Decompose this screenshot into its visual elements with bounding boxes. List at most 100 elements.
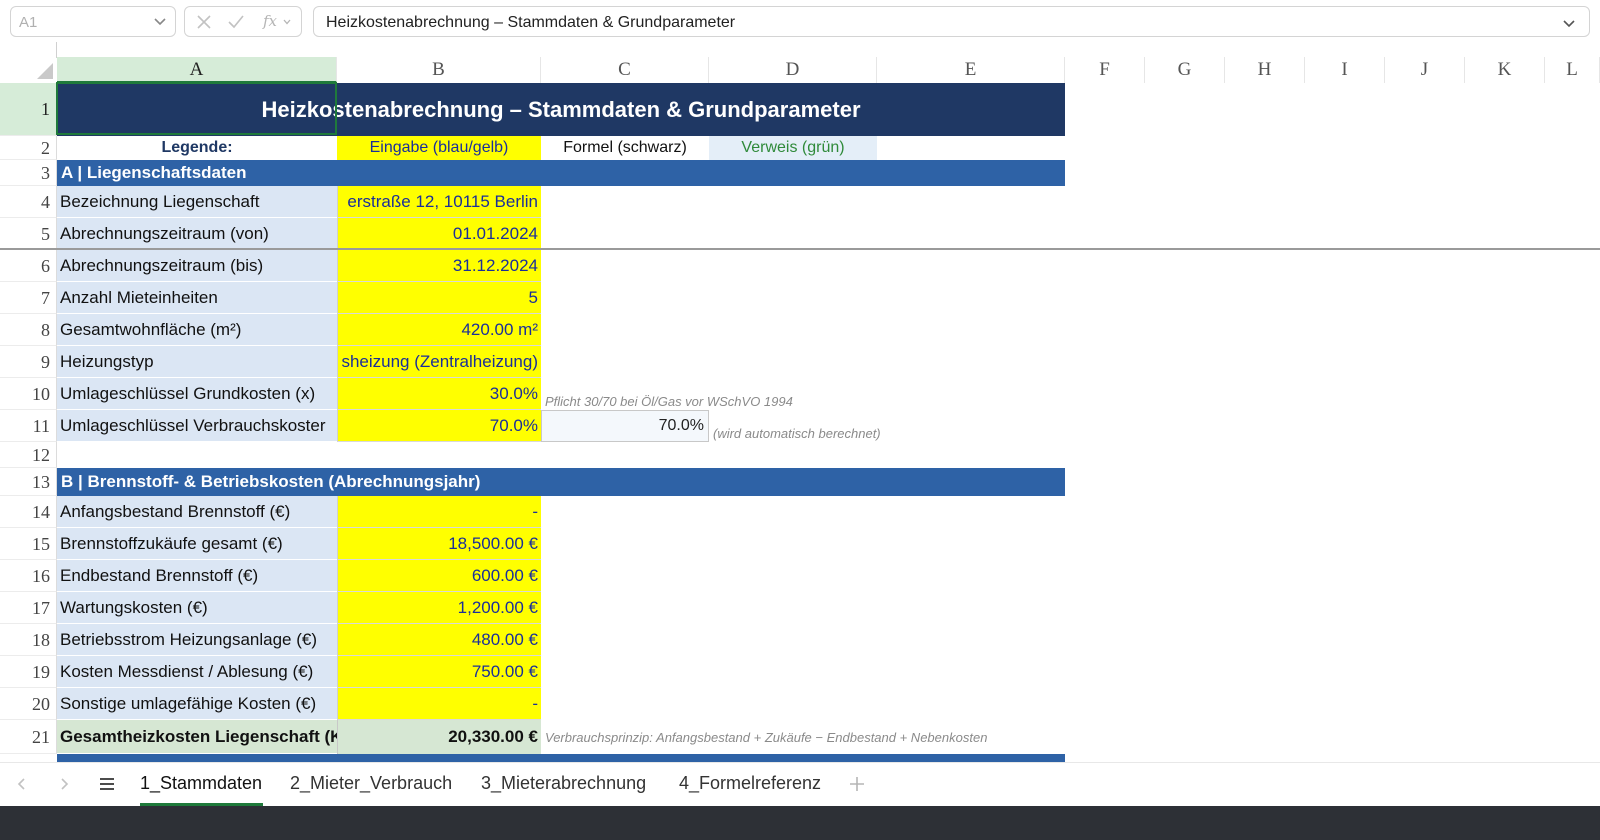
sheet-title-cell[interactable]: Heizkostenabrechnung – Stammdaten & Grun… [57,83,1065,136]
tab-1-stammdaten[interactable]: 1_Stammdaten [140,773,262,794]
input-cell[interactable]: sheizung (Zentralheizung) [337,346,541,378]
formula-text: Heizkostenabrechnung – Stammdaten & Grun… [326,14,736,31]
freeze-pane-divider[interactable] [0,248,1600,250]
column-header-f[interactable]: F [1065,57,1145,83]
row-header-5[interactable]: 5 [0,218,57,250]
formula-input[interactable]: Heizkostenabrechnung – Stammdaten & Grun… [313,6,1590,37]
column-header-d[interactable]: D [709,57,877,83]
row-header-11[interactable]: 11 [0,410,57,442]
row-header-14[interactable]: 14 [0,496,57,528]
label-cell[interactable]: Abrechnungszeitraum (von) [57,218,337,250]
formula-actions: fx [184,6,302,37]
input-cell[interactable]: 420.00 m² [337,314,541,346]
row-header-16[interactable]: 16 [0,560,57,592]
input-cell[interactable]: 01.01.2024 [337,218,541,250]
expand-formula-icon[interactable] [1561,15,1577,31]
note-cell[interactable]: Verbrauchsprinzip: Anfangsbestand + Zukä… [545,728,1065,746]
tab-4-formelreferenz[interactable]: 4_Formelreferenz [679,773,821,794]
formula-bar-area: A1 fx Heizkostenabrechnung – Stammdaten … [0,0,1600,42]
label-cell[interactable]: Bezeichnung Liegenschaft [57,186,337,218]
legend-reference[interactable]: Verweis (grün) [709,136,877,160]
row-header-3[interactable]: 3 [0,160,57,186]
row-header-20[interactable]: 20 [0,688,57,720]
row-header-15[interactable]: 15 [0,528,57,560]
column-header-e[interactable]: E [877,57,1065,83]
select-all-corner[interactable] [0,42,57,83]
cancel-icon[interactable] [195,13,213,31]
row-header-12[interactable]: 12 [0,442,57,468]
legend-label[interactable]: Legende: [57,136,337,160]
input-cell[interactable]: 31.12.2024 [337,250,541,282]
row-header-10[interactable]: 10 [0,378,57,410]
confirm-icon[interactable] [227,13,245,31]
status-strip [0,806,1600,840]
column-header-k[interactable]: K [1465,57,1545,83]
insert-function-button[interactable]: fx [263,12,277,30]
tab-3-mieterabrechnung[interactable]: 3_Mieterabrechnung [481,773,646,794]
column-header-a[interactable]: A [57,57,337,83]
input-cell[interactable]: 750.00 € [337,656,541,688]
calc-cell[interactable]: 70.0% [541,410,709,442]
row-header-7[interactable]: 7 [0,282,57,314]
row-header-21[interactable]: 21 [0,720,57,754]
row-header-18[interactable]: 18 [0,624,57,656]
label-cell[interactable]: Abrechnungszeitraum (bis) [57,250,337,282]
section-header-a[interactable]: A | Liegenschaftsdaten [57,160,1065,186]
input-cell[interactable]: 70.0% [337,410,541,442]
label-cell[interactable]: Kosten Messdienst / Ablesung (€) [57,656,337,688]
label-cell[interactable]: Gesamtwohnfläche (m²) [57,314,337,346]
total-label-cell[interactable]: Gesamtheizkosten Liegenschaft (K [57,720,337,754]
column-header-b[interactable]: B [337,57,541,83]
row-header-2[interactable]: 2 [0,136,57,160]
row-header-1[interactable]: 1 [0,83,57,136]
label-cell[interactable]: Anfangsbestand Brennstoff (€) [57,496,337,528]
column-header-g[interactable]: G [1145,57,1225,83]
chevron-right-icon[interactable] [56,776,72,792]
row-header-4[interactable]: 4 [0,186,57,218]
label-cell[interactable]: Endbestand Brennstoff (€) [57,560,337,592]
column-header-j[interactable]: J [1385,57,1465,83]
row-header-9[interactable]: 9 [0,346,57,378]
input-cell[interactable]: - [337,688,541,720]
add-sheet-icon[interactable] [848,775,866,793]
input-cell[interactable]: 600.00 € [337,560,541,592]
column-header-i[interactable]: I [1305,57,1385,83]
sheet-list-icon[interactable] [98,775,116,793]
label-cell[interactable]: Betriebsstrom Heizungsanlage (€) [57,624,337,656]
label-cell[interactable]: Heizungstyp [57,346,337,378]
column-header-h[interactable]: H [1225,57,1305,83]
legend-input[interactable]: Eingabe (blau/gelb) [337,136,541,160]
total-value-cell[interactable]: 20,330.00 € [337,720,541,754]
note-cell[interactable]: (wird automatisch berechnet) [713,424,1033,442]
label-cell[interactable]: Sonstige umlagefähige Kosten (€) [57,688,337,720]
row-header-8[interactable]: 8 [0,314,57,346]
select-all-icon [37,63,53,79]
input-cell[interactable]: erstraße 12, 10115 Berlin [337,186,541,218]
note-cell[interactable]: Pflicht 30/70 bei Öl/Gas vor WSchVO 1994 [545,392,865,410]
label-cell[interactable]: Umlageschlüssel Verbrauchskoster [57,410,337,442]
column-header-l[interactable]: L [1545,57,1600,83]
input-cell[interactable]: 480.00 € [337,624,541,656]
input-cell[interactable]: 18,500.00 € [337,528,541,560]
name-box[interactable]: A1 [10,6,176,37]
label-cell[interactable]: Brennstoffzukäufe gesamt (€) [57,528,337,560]
row-header-13[interactable]: 13 [0,468,57,496]
section-header-c-partial[interactable] [57,754,1065,762]
input-cell[interactable]: - [337,496,541,528]
input-cell[interactable]: 1,200.00 € [337,592,541,624]
chevron-down-icon[interactable] [152,13,168,29]
input-cell[interactable]: 30.0% [337,378,541,410]
section-header-b[interactable]: B | Brennstoff- & Betriebskosten (Abrech… [57,468,1065,496]
row-header-17[interactable]: 17 [0,592,57,624]
label-cell[interactable]: Wartungskosten (€) [57,592,337,624]
chevron-left-icon[interactable] [14,776,30,792]
chevron-down-icon[interactable] [282,17,292,27]
column-header-c[interactable]: C [541,57,709,83]
legend-formula[interactable]: Formel (schwarz) [541,136,709,160]
row-header-19[interactable]: 19 [0,656,57,688]
tab-2-mieter-verbrauch[interactable]: 2_Mieter_Verbrauch [290,773,452,794]
row-header-6[interactable]: 6 [0,250,57,282]
input-cell[interactable]: 5 [337,282,541,314]
label-cell[interactable]: Anzahl Mieteinheiten [57,282,337,314]
label-cell[interactable]: Umlageschlüssel Grundkosten (x) [57,378,337,410]
